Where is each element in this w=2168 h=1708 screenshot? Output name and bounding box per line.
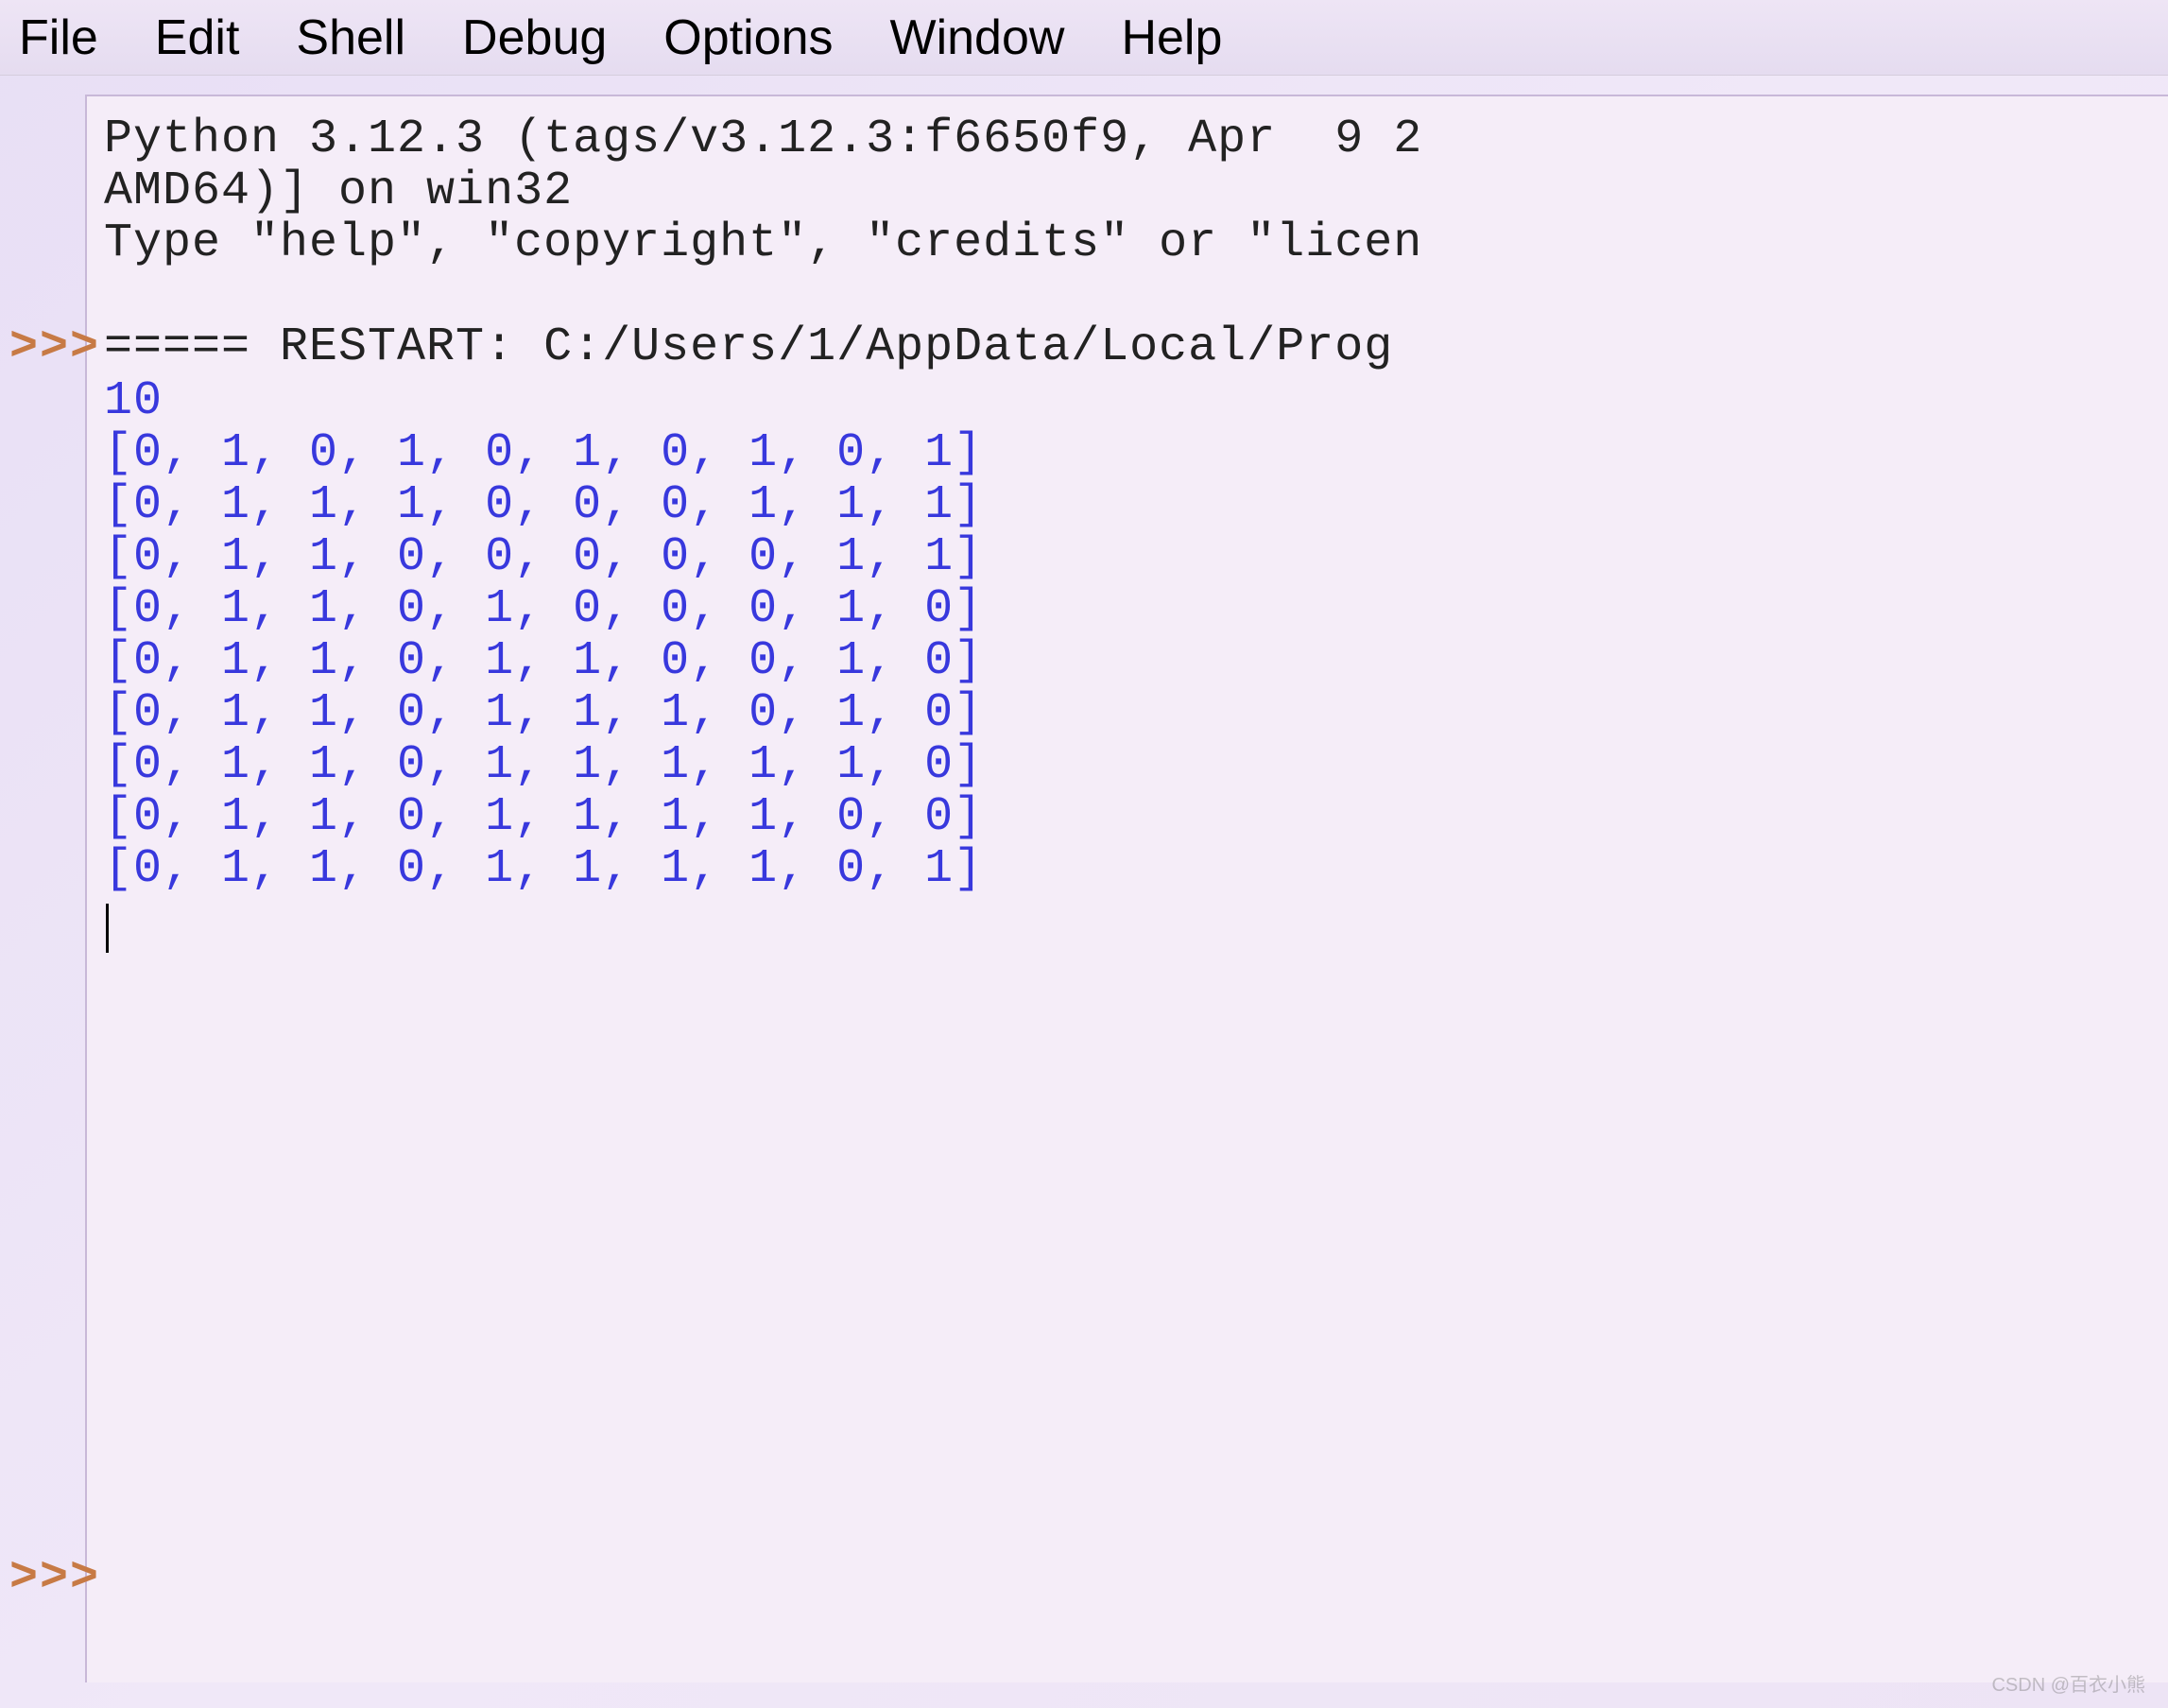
shell-output: 10 [0, 1, 0, 1, 0, 1, 0, 1, 0, 1] [0, 1,…	[104, 375, 2168, 895]
python-version-text: Python 3.12.3 (tags/v3.12.3:f6650f9, Apr…	[104, 113, 2168, 269]
shell-text-area[interactable]: >>> >>> Python 3.12.3 (tags/v3.12.3:f665…	[85, 95, 2168, 1682]
menu-debug[interactable]: Debug	[462, 9, 607, 66]
output-line: [0, 1, 1, 0, 1, 1, 1, 0, 1, 0]	[104, 686, 983, 740]
output-line: [0, 1, 1, 0, 0, 0, 0, 0, 1, 1]	[104, 530, 983, 584]
output-line: [0, 1, 1, 1, 0, 0, 0, 1, 1, 1]	[104, 478, 983, 532]
version-line: AMD64)] on win32	[104, 164, 573, 218]
prompt-indicator: >>>	[9, 1552, 100, 1604]
prompt-indicator: >>>	[9, 321, 100, 373]
output-line: [0, 1, 1, 0, 1, 1, 1, 1, 1, 0]	[104, 738, 983, 792]
help-hint-line: Type "help", "copyright", "credits" or "…	[104, 216, 1422, 270]
menu-window[interactable]: Window	[890, 9, 1065, 66]
menu-file[interactable]: File	[19, 9, 98, 66]
version-line: Python 3.12.3 (tags/v3.12.3:f6650f9, Apr…	[104, 112, 1422, 166]
watermark-text: CSDN @百衣小熊	[1991, 1669, 2145, 1697]
menu-options[interactable]: Options	[663, 9, 833, 66]
output-line: [0, 1, 1, 0, 1, 1, 1, 1, 0, 1]	[104, 842, 983, 896]
input-line[interactable]	[104, 903, 2168, 959]
output-line: 10	[104, 374, 163, 428]
output-line: [0, 1, 0, 1, 0, 1, 0, 1, 0, 1]	[104, 426, 983, 480]
menu-edit[interactable]: Edit	[155, 9, 240, 66]
menu-shell[interactable]: Shell	[296, 9, 405, 66]
output-line: [0, 1, 1, 0, 1, 1, 0, 0, 1, 0]	[104, 634, 983, 688]
output-line: [0, 1, 1, 0, 1, 1, 1, 1, 0, 0]	[104, 790, 983, 844]
output-line: [0, 1, 1, 0, 1, 0, 0, 0, 1, 0]	[104, 582, 983, 636]
menu-bar: File Edit Shell Debug Options Window Hel…	[0, 0, 2168, 76]
text-cursor	[106, 904, 109, 953]
restart-banner: ===== RESTART: C:/Users/1/AppData/Local/…	[104, 321, 2168, 373]
menu-help[interactable]: Help	[1121, 9, 1222, 66]
